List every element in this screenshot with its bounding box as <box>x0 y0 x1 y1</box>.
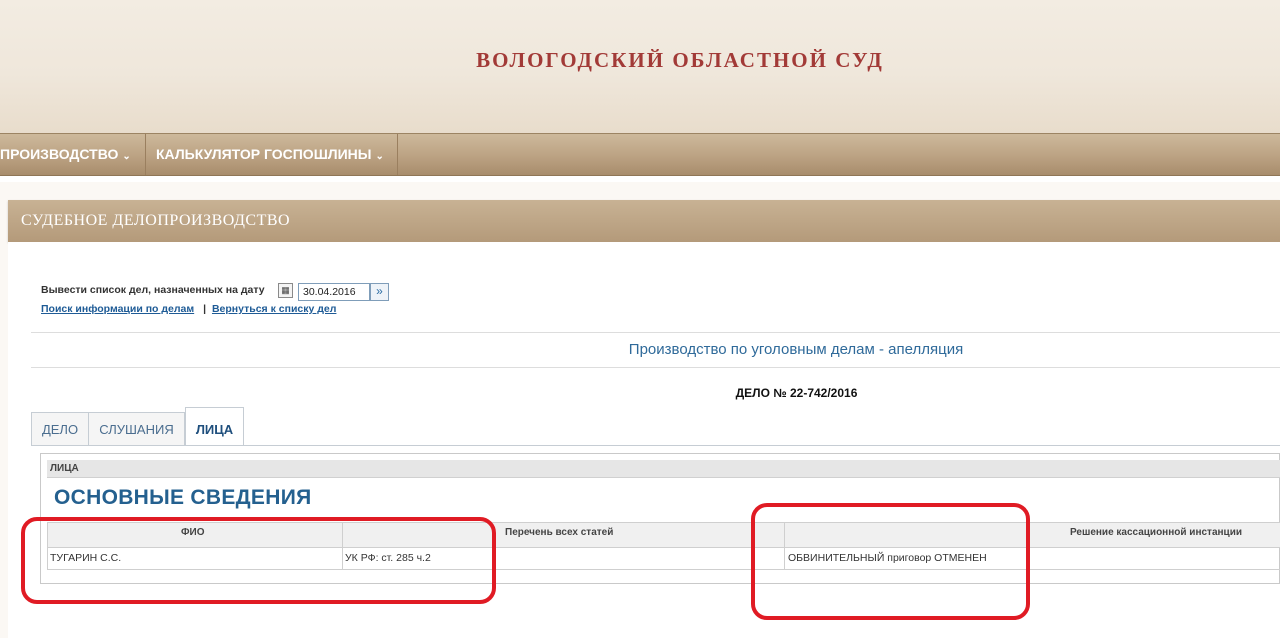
main-info-heading: ОСНОВНЫЕ СВЕДЕНИЯ <box>54 486 312 509</box>
nav-item-proizvodstvo[interactable]: ПРОИЗВОДСТВО ⌄ <box>0 134 146 175</box>
tab-underline <box>31 445 1280 446</box>
date-filter-label: Вывести список дел, назначенных на дату <box>41 284 265 296</box>
date-input[interactable] <box>298 283 370 301</box>
chevron-down-icon: ⌄ <box>375 151 384 162</box>
calendar-icon[interactable]: ▦ <box>278 283 293 298</box>
annotation-outline-right <box>751 503 1030 620</box>
tab-slushaniya[interactable]: СЛУШАНИЯ <box>88 412 185 445</box>
panel-header: СУДЕБНОЕ ДЕЛОПРОИЗВОДСТВО <box>8 200 1280 242</box>
divider <box>31 367 1280 368</box>
search-cases-link[interactable]: Поиск информации по делам <box>41 303 194 315</box>
tab-litsa[interactable]: ЛИЦА <box>185 407 244 446</box>
divider <box>31 332 1280 333</box>
chevron-down-icon: ⌄ <box>122 151 131 162</box>
links-row: Поиск информации по делам | Вернуться к … <box>41 303 336 315</box>
back-to-list-link[interactable]: Вернуться к списку дел <box>212 303 336 315</box>
nav-item-label: ПРОИЗВОДСТВО <box>0 146 119 162</box>
site-title: ВОЛОГОДСКИЙ ОБЛАСТНОЙ СУД <box>476 48 884 72</box>
section-title: Производство по уголовным делам - апелля… <box>628 341 964 358</box>
main-nav: ПРОИЗВОДСТВО ⌄ КАЛЬКУЛЯТОР ГОСПОШЛИНЫ ⌄ <box>0 133 1280 176</box>
go-arrow-icon[interactable]: » <box>370 283 389 301</box>
persons-section-label: ЛИЦА <box>50 463 79 474</box>
column-header-articles: Перечень всех статей <box>505 527 614 538</box>
annotation-outline-left <box>21 517 496 604</box>
nav-item-calculator[interactable]: КАЛЬКУЛЯТОР ГОСПОШЛИНЫ ⌄ <box>146 134 398 175</box>
tab-delo[interactable]: ДЕЛО <box>31 412 89 445</box>
nav-item-label: КАЛЬКУЛЯТОР ГОСПОШЛИНЫ <box>156 146 372 162</box>
column-header-decision: Решение кассационной инстанции <box>1070 527 1242 538</box>
site-header: ВОЛОГОДСКИЙ ОБЛАСТНОЙ СУД <box>0 0 1280 135</box>
persons-label-bar <box>47 460 1280 478</box>
panel-title: СУДЕБНОЕ ДЕЛОПРОИЗВОДСТВО <box>21 212 291 229</box>
links-separator: | <box>203 303 207 315</box>
case-number: ДЕЛО № 22-742/2016 <box>735 386 858 400</box>
